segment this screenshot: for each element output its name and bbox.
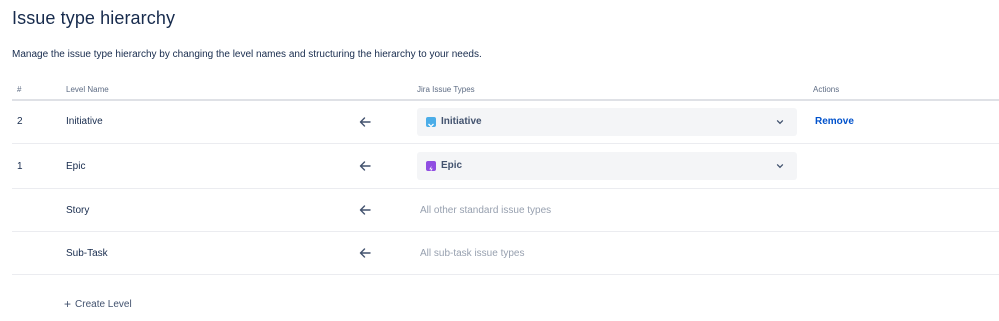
header-number: # — [17, 85, 22, 94]
issue-type-hierarchy-page: Issue type hierarchy Manage the issue ty… — [0, 0, 999, 321]
header-actions: Actions — [813, 85, 840, 94]
arrow-left-icon — [359, 161, 371, 171]
chevron-down-icon — [776, 120, 784, 125]
level-name: Sub-Task — [66, 248, 108, 259]
issue-types-text: All sub-task issue types — [420, 248, 525, 259]
arrow-left-icon — [359, 205, 371, 215]
table-row: 1 Epic Epic — [12, 144, 999, 189]
arrow-left-icon — [359, 248, 371, 258]
header-issue-types: Jira Issue Types — [417, 85, 475, 94]
level-name: Story — [66, 205, 90, 216]
issue-type-label: Epic — [441, 160, 463, 171]
row-number: 2 — [17, 116, 23, 127]
issue-type-select[interactable]: Epic — [417, 152, 797, 180]
epic-icon — [426, 161, 436, 173]
table-row: 2 Initiative Initiative Remove — [12, 101, 999, 144]
arrow-left-icon — [359, 117, 371, 127]
create-level-label: Create Level — [75, 299, 132, 310]
issue-type-label: Initiative — [441, 116, 482, 127]
table-row: Story All other standard issue types — [12, 189, 999, 232]
chevron-down-icon — [776, 164, 784, 169]
page-description: Manage the issue type hierarchy by chang… — [12, 49, 482, 60]
issue-type-select[interactable]: Initiative — [417, 108, 797, 136]
level-name: Epic — [66, 161, 86, 172]
table-row: Sub-Task All sub-task issue types — [12, 232, 999, 275]
initiative-icon — [426, 117, 436, 128]
header-level-name: Level Name — [66, 85, 109, 94]
issue-types-text: All other standard issue types — [420, 205, 552, 216]
table-header: # Level Name Jira Issue Types Actions — [12, 82, 999, 101]
plus-icon: + — [64, 297, 72, 311]
create-level-button[interactable]: + Create Level — [64, 296, 132, 311]
remove-button[interactable]: Remove — [815, 116, 854, 127]
page-title: Issue type hierarchy — [12, 8, 176, 28]
row-number: 1 — [17, 161, 23, 172]
level-name: Initiative — [66, 116, 103, 127]
